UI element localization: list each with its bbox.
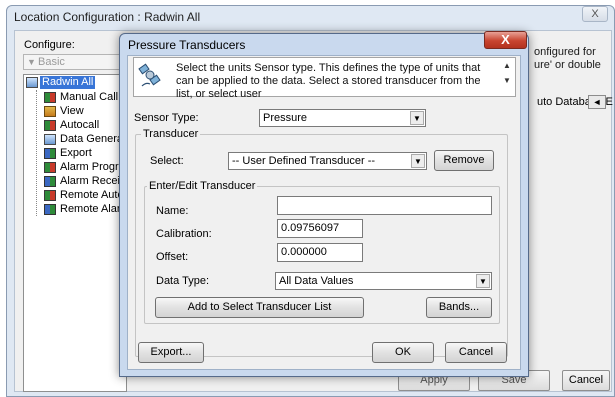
computer-icon [26,77,38,88]
tree-item-view[interactable]: View [60,105,84,118]
transducer-group-label: Transducer [141,128,201,140]
bg-close-button[interactable]: X [582,6,608,22]
chevron-down-icon: ▼ [476,274,490,288]
sensor-type-value: Pressure [263,112,308,124]
configure-dropdown[interactable]: ▼ Basic [23,54,127,70]
configure-label: Configure: [24,39,75,51]
offset-label: Offset: [156,251,189,263]
remote-alarm-icon [44,204,56,215]
chevron-down-icon: ▼ [410,111,424,125]
auto-database-scroll-button[interactable]: ◄ [588,95,606,109]
bands-button[interactable]: Bands... [426,297,492,318]
dialog-title: Pressure Transducers [128,38,246,52]
dialog-close-button[interactable]: X [484,31,527,49]
info-scrollbar[interactable]: ▲ ▼ [500,58,514,95]
sensor-type-label: Sensor Type: [134,112,199,124]
configure-dropdown-value: Basic [38,56,65,68]
remove-button[interactable]: Remove [434,150,494,171]
chevron-down-icon: ▼ [411,154,425,168]
export-button[interactable]: Export... [138,342,204,363]
calibration-label: Calibration: [156,228,212,240]
tree-item-export[interactable]: Export [60,147,92,160]
offset-input[interactable]: 0.000000 [277,243,363,262]
select-label: Select: [150,155,184,167]
tree-item-data-generator[interactable]: Data Generat [60,133,126,146]
tree-root-radwin-all[interactable]: Radwin All [40,76,96,89]
transducer-select-value: -- User Defined Transducer -- [232,155,376,167]
add-to-list-button[interactable]: Add to Select Transducer List [155,297,364,318]
ok-button[interactable]: OK [372,342,434,363]
bg-info-text: onfigured for ure' or double [534,46,601,72]
scroll-down-icon[interactable]: ▼ [500,76,514,85]
tree-item-manual-call[interactable]: Manual Call [60,91,118,104]
calibration-input[interactable]: 0.09756097 [277,219,363,238]
data-type-label: Data Type: [156,275,209,287]
tree-connector [36,90,37,216]
cancel-button[interactable]: Cancel [445,342,507,363]
data-generator-icon [44,134,56,145]
alarm-receive-icon [44,176,56,187]
tree-item-autocall[interactable]: Autocall [60,119,99,132]
name-input[interactable] [277,196,492,215]
data-type-value: All Data Values [279,275,354,287]
alarm-program-icon [44,162,56,173]
name-label: Name: [156,205,189,217]
bg-info-line-2: ure' or double [534,59,601,71]
tree-item-alarm-program[interactable]: Alarm Progra [60,161,125,174]
info-text: Select the units Sensor type. This defin… [176,62,481,100]
chevron-down-icon: ▼ [27,57,36,67]
location-config-title: Location Configuration : Radwin All [14,10,201,24]
view-icon [44,106,56,117]
bg-cancel-button[interactable]: Cancel [562,370,610,391]
remote-autocall-icon [44,190,56,201]
data-type-dropdown[interactable]: All Data Values ▼ [275,272,492,290]
scroll-up-icon[interactable]: ▲ [500,61,514,70]
autocall-icon [44,120,56,131]
satellite-icon [138,63,161,87]
export-icon [44,148,56,159]
transducer-select-dropdown[interactable]: -- User Defined Transducer -- ▼ [228,152,427,170]
edit-transducer-group-label: Enter/Edit Transducer [147,180,258,192]
bg-info-line-1: onfigured for [534,46,596,58]
manual-call-icon [44,92,56,103]
sensor-type-dropdown[interactable]: Pressure ▼ [259,109,426,127]
